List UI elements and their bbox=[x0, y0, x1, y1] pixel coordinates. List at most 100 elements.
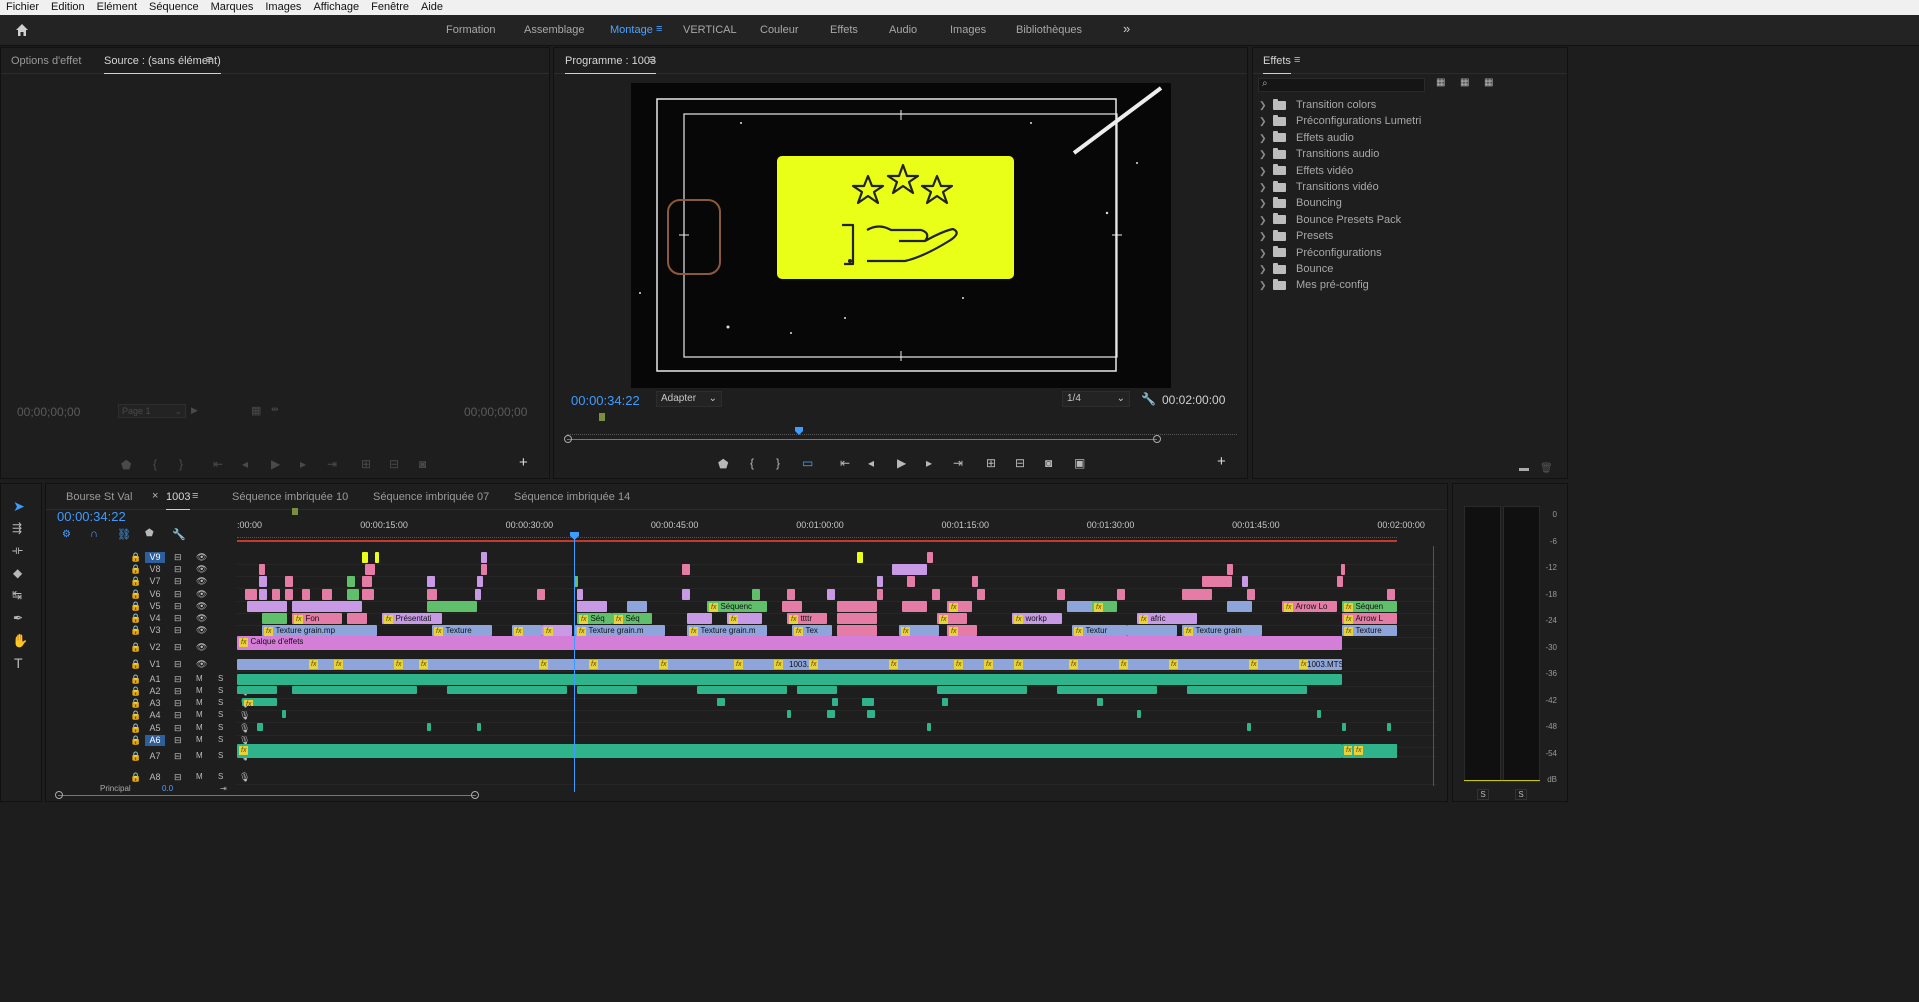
timeline-clip[interactable]: fx bbox=[542, 625, 572, 636]
effects-folder-item[interactable]: ❯ Bouncing bbox=[1259, 195, 1342, 211]
timeline-clip[interactable]: fx workp bbox=[1012, 613, 1062, 624]
eye-icon[interactable]: 👁 bbox=[196, 601, 207, 612]
mute-button[interactable]: M bbox=[196, 751, 203, 760]
eye-icon[interactable]: 👁 bbox=[196, 552, 207, 563]
mute-button[interactable]: M bbox=[196, 698, 203, 707]
trash-icon[interactable]: 🗑 bbox=[1540, 463, 1553, 474]
timeline-clip[interactable] bbox=[245, 589, 257, 600]
timeline-clip[interactable]: fx Arrow L bbox=[1342, 613, 1397, 624]
track-label[interactable]: A8 bbox=[145, 772, 165, 783]
timeline-clip[interactable]: fx Présentati bbox=[382, 613, 442, 624]
timeline-clip[interactable] bbox=[837, 613, 877, 624]
chevron-right-icon[interactable]: ❯ bbox=[1259, 277, 1273, 293]
toggle-sync-icon[interactable]: ⊟ bbox=[174, 751, 182, 762]
toggle-sync-icon[interactable]: ⊟ bbox=[174, 601, 182, 612]
timeline-clip[interactable] bbox=[797, 686, 837, 694]
chevron-right-icon[interactable]: ❯ bbox=[1259, 212, 1273, 228]
timeline-clip[interactable] bbox=[362, 552, 368, 563]
zoom-bar[interactable] bbox=[567, 439, 1157, 440]
lock-icon[interactable]: 🔒 bbox=[130, 613, 141, 624]
timeline-clip[interactable] bbox=[1317, 710, 1321, 718]
wrench-icon[interactable]: 🔧 bbox=[1141, 392, 1156, 406]
snap-icon[interactable]: ∩ bbox=[90, 528, 98, 540]
effects-search-input[interactable] bbox=[1273, 79, 1423, 91]
timeline-clip[interactable] bbox=[697, 686, 787, 694]
timeline-clip[interactable] bbox=[262, 613, 287, 624]
go-to-in-icon[interactable]: ⇤ bbox=[840, 456, 850, 470]
timeline-clip[interactable] bbox=[477, 723, 481, 731]
lock-icon[interactable]: 🔒 bbox=[130, 723, 141, 734]
timeline-clip[interactable] bbox=[272, 589, 280, 600]
timeline-clip[interactable] bbox=[237, 674, 1342, 685]
timeline-clip[interactable] bbox=[427, 601, 477, 612]
timeline-settings-icon[interactable]: 🔧 bbox=[172, 528, 186, 541]
solo-button[interactable]: S bbox=[218, 710, 223, 719]
menu-item-4[interactable]: Marques bbox=[205, 0, 260, 15]
toggle-sync-icon[interactable]: ⊟ bbox=[174, 674, 182, 685]
track-label[interactable]: V8 bbox=[145, 564, 165, 575]
timeline-clip[interactable] bbox=[837, 601, 877, 612]
track-label[interactable]: A3 bbox=[145, 698, 165, 709]
lock-icon[interactable]: 🔒 bbox=[130, 601, 141, 612]
timeline-clip[interactable]: fx Séq bbox=[577, 613, 612, 624]
lock-icon[interactable]: 🔒 bbox=[130, 625, 141, 636]
timeline-clip[interactable] bbox=[292, 601, 362, 612]
effects-folder-item[interactable]: ❯ Transitions vidéo bbox=[1259, 179, 1379, 195]
mute-button[interactable]: M bbox=[196, 674, 203, 683]
marker-icon[interactable]: ⬟ bbox=[718, 457, 728, 471]
razor-tool-icon[interactable]: ◆ bbox=[13, 566, 22, 580]
timeline-tab-0[interactable]: Bourse St Val bbox=[66, 484, 132, 510]
timeline-clip[interactable]: fx afric bbox=[1137, 613, 1197, 624]
timeline-clip[interactable] bbox=[937, 686, 1027, 694]
effects-search-box[interactable]: ⌕ bbox=[1258, 78, 1425, 92]
new-bin-icon[interactable]: ▬ bbox=[1519, 463, 1529, 474]
timeline-clip[interactable] bbox=[375, 552, 379, 563]
timeline-clip[interactable] bbox=[627, 601, 647, 612]
timeline-clip[interactable] bbox=[942, 698, 948, 706]
pen-tool-icon[interactable]: ✒ bbox=[13, 611, 23, 625]
workspace-tab-8[interactable]: Bibliothèques bbox=[1016, 15, 1082, 46]
timeline-clip[interactable] bbox=[1097, 698, 1103, 706]
timeline-clip[interactable]: fx Texture grain.m bbox=[687, 625, 767, 636]
timeline-clip[interactable] bbox=[682, 589, 690, 600]
timeline-clip[interactable] bbox=[682, 564, 690, 575]
timeline-clip[interactable] bbox=[347, 589, 359, 600]
chevron-right-icon[interactable]: ❯ bbox=[1259, 97, 1273, 113]
toggle-sync-icon[interactable]: ⊟ bbox=[174, 552, 182, 563]
page-select[interactable]: Page 1 ⌄ bbox=[118, 404, 186, 418]
timeline-clip[interactable]: fx Texture grain bbox=[1182, 625, 1262, 636]
mix-end-icon[interactable]: ⇥ bbox=[220, 784, 227, 793]
timeline-clip[interactable]: fx bbox=[1352, 744, 1397, 758]
track-label[interactable]: A7 bbox=[145, 751, 165, 762]
timeline-clip[interactable] bbox=[787, 710, 791, 718]
lock-icon[interactable]: 🔒 bbox=[130, 735, 141, 746]
solo-button[interactable]: S bbox=[218, 674, 223, 683]
timeline-clip[interactable] bbox=[259, 589, 267, 600]
lock-icon[interactable]: 🔒 bbox=[130, 659, 141, 670]
timeline-timecode[interactable]: 00:00:34:22 bbox=[57, 509, 126, 524]
timeline-clip[interactable] bbox=[1057, 589, 1065, 600]
workspace-menu-icon[interactable]: ≡ bbox=[656, 23, 662, 35]
timeline-clip[interactable] bbox=[447, 686, 567, 694]
effects-folder-item[interactable]: ❯ Bounce bbox=[1259, 261, 1333, 277]
selection-tool-icon[interactable]: ➤ bbox=[13, 498, 25, 515]
lock-icon[interactable]: 🔒 bbox=[130, 751, 141, 762]
timeline-clip[interactable] bbox=[1057, 686, 1157, 694]
timeline-clip[interactable] bbox=[1242, 576, 1248, 587]
eye-icon[interactable]: 👁 bbox=[196, 589, 207, 600]
chevron-right-icon[interactable]: ❯ bbox=[1259, 245, 1273, 261]
timeline-clip[interactable] bbox=[1137, 710, 1141, 718]
program-title[interactable]: Programme : 1003 bbox=[565, 48, 657, 74]
timeline-clip[interactable]: fx bbox=[947, 601, 972, 612]
vertical-scrollbar[interactable] bbox=[1433, 546, 1434, 786]
panel-menu-icon[interactable]: ≡ bbox=[649, 54, 655, 66]
video-frame[interactable] bbox=[631, 83, 1171, 388]
workspace-tab-2[interactable]: Montage bbox=[610, 15, 653, 46]
timeline-clip[interactable] bbox=[237, 686, 277, 694]
timeline-clip[interactable] bbox=[1342, 723, 1346, 731]
timeline-clip[interactable] bbox=[259, 564, 265, 575]
add-button-icon[interactable]: + bbox=[1217, 453, 1226, 470]
timeline-clip[interactable] bbox=[972, 576, 978, 587]
timeline-clip[interactable] bbox=[1387, 723, 1391, 731]
lock-icon[interactable]: 🔒 bbox=[130, 686, 141, 697]
